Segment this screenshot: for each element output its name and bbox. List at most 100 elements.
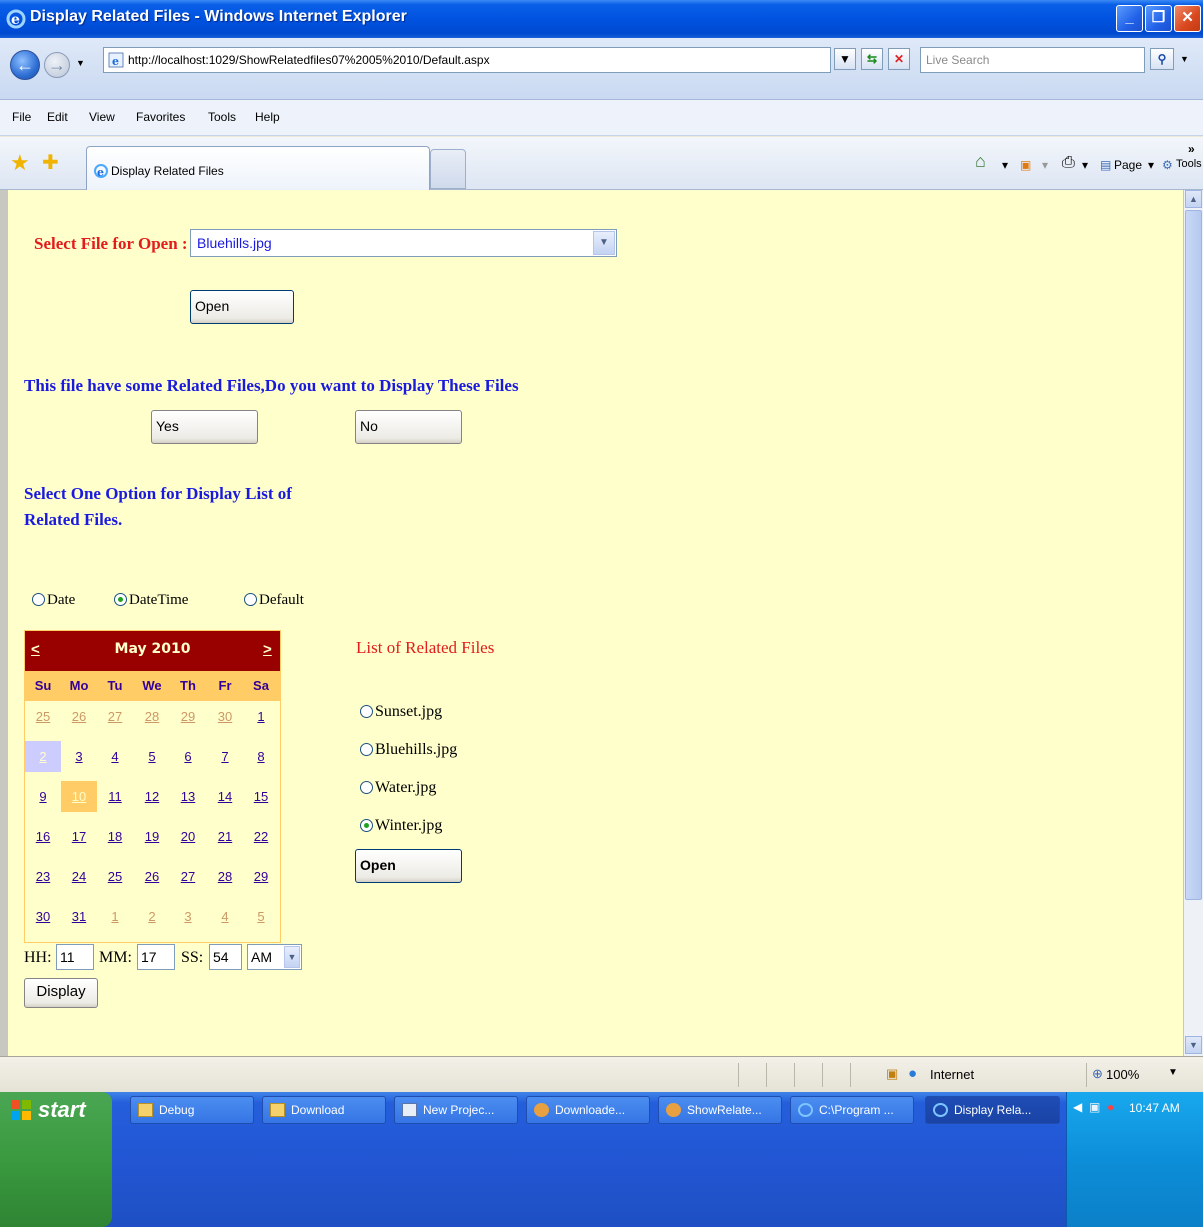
minimize-button[interactable]: _ <box>1116 5 1143 32</box>
related-file-radio[interactable] <box>360 818 373 832</box>
calendar-day[interactable]: 4 <box>97 741 133 772</box>
calendar-day[interactable]: 10 <box>61 781 97 812</box>
calendar-day[interactable]: 5 <box>243 901 279 932</box>
calendar-day[interactable]: 9 <box>25 781 61 812</box>
calendar-day[interactable]: 2 <box>134 901 170 932</box>
page-dropdown-icon[interactable]: ▾ <box>1148 158 1154 172</box>
related-file-radio[interactable] <box>360 742 373 756</box>
ss-input[interactable]: 54 <box>209 944 242 970</box>
url-dropdown-button[interactable]: ▼ <box>834 48 856 70</box>
related-file-winter[interactable]: Winter.jpg <box>360 817 442 835</box>
scroll-down-icon[interactable]: ▼ <box>1185 1036 1202 1054</box>
calendar-day[interactable]: 8 <box>243 741 279 772</box>
chevron-down-icon[interactable]: ▼ <box>284 946 300 968</box>
taskbar-item-download[interactable]: Download <box>262 1096 386 1124</box>
calendar-day[interactable]: 29 <box>243 861 279 892</box>
taskbar-item-debug[interactable]: Debug <box>130 1096 254 1124</box>
calendar-day[interactable]: 21 <box>207 821 243 852</box>
chevron-down-icon[interactable]: ▼ <box>593 231 615 255</box>
open-related-file-button[interactable]: Open <box>355 849 462 883</box>
menu-favorites[interactable]: Favorites <box>136 110 185 124</box>
calendar-day[interactable]: 28 <box>134 701 170 732</box>
calendar-next-month[interactable]: > <box>263 641 272 658</box>
calendar-day[interactable]: 7 <box>207 741 243 772</box>
calendar-day[interactable]: 28 <box>207 861 243 892</box>
home-dropdown-icon[interactable]: ▾ <box>1002 158 1008 172</box>
maximize-button[interactable]: ❐ <box>1145 5 1172 32</box>
search-button[interactable]: ⚲ <box>1150 48 1174 70</box>
calendar-day[interactable]: 12 <box>134 781 170 812</box>
related-file-bluehills[interactable]: Bluehills.jpg <box>360 741 457 759</box>
refresh-button[interactable]: ⇆ <box>861 48 883 70</box>
calendar-day[interactable]: 23 <box>25 861 61 892</box>
calendar-day[interactable]: 25 <box>25 701 61 732</box>
menu-edit[interactable]: Edit <box>47 110 68 124</box>
calendar-day[interactable]: 25 <box>97 861 133 892</box>
calendar-day[interactable]: 14 <box>207 781 243 812</box>
calendar-day[interactable]: 17 <box>61 821 97 852</box>
calendar-day[interactable]: 1 <box>97 901 133 932</box>
calendar-day[interactable]: 3 <box>170 901 206 932</box>
close-button[interactable]: ✕ <box>1174 5 1201 32</box>
taskbar-item-downloaded[interactable]: Downloade... <box>526 1096 650 1124</box>
file-select[interactable]: Bluehills.jpg ▼ <box>190 229 617 257</box>
radio-default-circle[interactable] <box>244 593 257 607</box>
calendar-day[interactable]: 6 <box>170 741 206 772</box>
calendar-day[interactable]: 18 <box>97 821 133 852</box>
tools-menu-button[interactable]: Tools <box>1176 158 1202 170</box>
feeds-dropdown-icon[interactable]: ▾ <box>1042 158 1048 172</box>
calendar-day[interactable]: 29 <box>170 701 206 732</box>
back-button[interactable]: ← <box>10 50 40 80</box>
taskbar-item-program-files[interactable]: C:\Program ... <box>790 1096 914 1124</box>
calendar-day[interactable]: 11 <box>97 781 133 812</box>
taskbar-item-display-related[interactable]: Display Rela... <box>925 1096 1060 1124</box>
taskbar-item-new-project[interactable]: New Projec... <box>394 1096 518 1124</box>
calendar-day[interactable]: 30 <box>207 701 243 732</box>
zoom-level[interactable]: 100% <box>1106 1067 1139 1082</box>
calendar-day[interactable]: 5 <box>134 741 170 772</box>
menu-help[interactable]: Help <box>255 110 280 124</box>
history-dropdown-icon[interactable]: ▼ <box>76 58 85 68</box>
stop-button[interactable]: ✕ <box>888 48 910 70</box>
open-file-button[interactable]: Open <box>190 290 294 324</box>
no-button[interactable]: No <box>355 410 462 444</box>
menu-view[interactable]: View <box>89 110 115 124</box>
calendar-day[interactable]: 15 <box>243 781 279 812</box>
radio-datetime[interactable]: DateTime <box>114 592 188 609</box>
calendar-day[interactable]: 3 <box>61 741 97 772</box>
scroll-up-icon[interactable]: ▲ <box>1185 190 1202 208</box>
print-icon[interactable]: ⎙ <box>1062 154 1075 172</box>
calendar-day[interactable]: 16 <box>25 821 61 852</box>
yes-button[interactable]: Yes <box>151 410 258 444</box>
related-file-radio[interactable] <box>360 704 373 718</box>
scroll-thumb[interactable] <box>1185 210 1202 900</box>
tray-arrow-icon[interactable]: ◀ <box>1073 1100 1082 1114</box>
page-menu-button[interactable]: Page <box>1114 158 1142 172</box>
calendar-day[interactable]: 22 <box>243 821 279 852</box>
feeds-icon[interactable]: ▣ <box>1020 158 1031 172</box>
calendar-day[interactable]: 2 <box>25 741 61 772</box>
chevron-more-icon[interactable]: » <box>1188 142 1195 156</box>
forward-button[interactable]: → <box>44 52 70 78</box>
new-tab-button[interactable] <box>430 149 466 189</box>
calendar-day[interactable]: 26 <box>61 701 97 732</box>
display-button[interactable]: Display <box>24 978 98 1008</box>
search-input[interactable]: Live Search <box>920 47 1145 73</box>
related-file-radio[interactable] <box>360 780 373 794</box>
calendar-day[interactable]: 24 <box>61 861 97 892</box>
calendar-day[interactable]: 13 <box>170 781 206 812</box>
menu-tools[interactable]: Tools <box>208 110 236 124</box>
calendar-day[interactable]: 4 <box>207 901 243 932</box>
ampm-select[interactable]: AM ▼ <box>247 944 302 970</box>
network-icon[interactable]: ▣ <box>1089 1100 1100 1114</box>
hh-input[interactable]: 11 <box>56 944 94 970</box>
calendar-day[interactable]: 27 <box>97 701 133 732</box>
radio-date[interactable]: Date <box>32 592 75 609</box>
related-file-sunset[interactable]: Sunset.jpg <box>360 703 442 721</box>
print-dropdown-icon[interactable]: ▾ <box>1082 158 1088 172</box>
radio-date-circle[interactable] <box>32 593 45 607</box>
security-alert-icon[interactable]: ● <box>1107 1100 1114 1114</box>
clock[interactable]: 10:47 AM <box>1129 1101 1180 1115</box>
favorites-star-icon[interactable]: ★ <box>10 150 30 176</box>
radio-default[interactable]: Default <box>244 592 304 609</box>
